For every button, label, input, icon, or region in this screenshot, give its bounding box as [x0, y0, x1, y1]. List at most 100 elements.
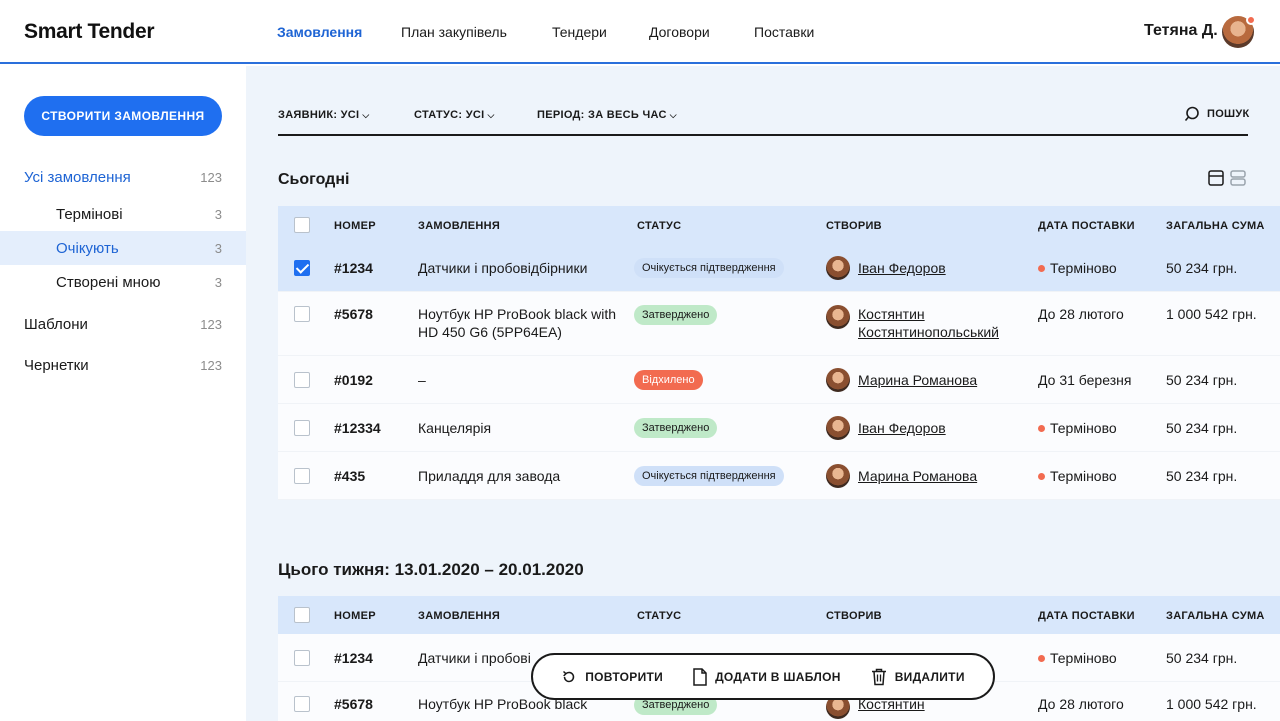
- order-name: Датчики і пробові: [418, 650, 531, 666]
- sidebar-item-label: Термінові: [56, 205, 123, 223]
- column-header[interactable]: ДАТА ПОСТАВКИ: [1038, 220, 1135, 232]
- search-button[interactable]: ПОШУК: [1184, 106, 1250, 122]
- column-header[interactable]: ЗАГАЛЬНА СУМА: [1166, 610, 1265, 622]
- delivery-date: Терміново: [1038, 419, 1117, 437]
- delivery-date: Терміново: [1038, 259, 1117, 277]
- total-sum: 1 000 542 грн.: [1166, 696, 1257, 712]
- order-number: #5678: [334, 696, 373, 712]
- column-header[interactable]: ДАТА ПОСТАВКИ: [1038, 610, 1135, 622]
- total-sum: 1 000 542 грн.: [1166, 306, 1257, 322]
- avatar: [826, 464, 850, 488]
- creator-link[interactable]: Марина Романова: [858, 467, 977, 485]
- nav-contracts[interactable]: Договори: [649, 24, 710, 40]
- delivery-date-text: Терміново: [1050, 420, 1117, 436]
- column-header[interactable]: НОМЕР: [334, 610, 376, 622]
- filter-status[interactable]: СТАТУС: УСІ ⌵: [414, 109, 495, 121]
- status-badge: Очікується підтвердження: [634, 466, 784, 486]
- nav-tenders[interactable]: Тендери: [552, 24, 607, 40]
- sidebar-item-created-by-me[interactable]: Створені мною 3: [0, 265, 246, 299]
- row-checkbox[interactable]: [294, 468, 310, 484]
- status-badge: Затверджено: [634, 418, 718, 438]
- search-label: ПОШУК: [1207, 108, 1250, 120]
- urgent-dot-icon: [1038, 472, 1045, 480]
- sidebar-item-all-orders[interactable]: Усі замовлення 123: [0, 160, 246, 194]
- urgent-dot-icon: [1038, 424, 1045, 432]
- nav-deliveries[interactable]: Поставки: [754, 24, 814, 40]
- table-header: НОМЕР ЗАМОВЛЕННЯ СТАТУС СТВОРИВ ДАТА ПОС…: [278, 596, 1280, 634]
- table-row[interactable]: #435 Приладдя для завода Очікується підт…: [278, 452, 1280, 500]
- section-title-this-week: Цього тижня: 13.01.2020 – 20.01.2020: [278, 560, 584, 579]
- column-header[interactable]: СТАТУС: [637, 610, 681, 622]
- filter-status-label: СТАТУС: УСІ: [414, 109, 485, 121]
- delivery-date: Терміново: [1038, 467, 1117, 485]
- delivery-date-text: Терміново: [1050, 260, 1117, 276]
- user-name[interactable]: Тетяна Д.: [1144, 22, 1218, 40]
- total-sum: 50 234 грн.: [1166, 372, 1238, 388]
- status-badge: Відхилено: [634, 370, 703, 390]
- nav-procurement-plan[interactable]: План закупівель: [401, 24, 507, 40]
- order-number: #12334: [334, 420, 381, 436]
- sidebar-item-count: 123: [200, 316, 222, 332]
- add-to-template-button[interactable]: ДОДАТИ В ШАБЛОН: [693, 667, 841, 686]
- column-header[interactable]: ЗАМОВЛЕННЯ: [418, 220, 500, 232]
- total-sum: 50 234 грн.: [1166, 260, 1238, 276]
- list-view-icon[interactable]: [1230, 170, 1246, 186]
- sidebar-item-templates[interactable]: Шаблони 123: [0, 307, 246, 341]
- row-checkbox[interactable]: [294, 650, 310, 666]
- bulk-action-bar: ПОВТОРИТИ ДОДАТИ В ШАБЛОН ВИДАЛИТИ: [531, 653, 995, 700]
- sidebar-item-count: 3: [214, 274, 222, 290]
- sidebar-item-urgent[interactable]: Термінові 3: [0, 197, 246, 231]
- sidebar-item-label: Очікують: [56, 239, 119, 257]
- section-title-today: Сьогодні: [278, 171, 350, 188]
- brand-logo[interactable]: Smart Tender: [24, 20, 155, 44]
- sidebar-item-drafts[interactable]: Чернетки 123: [0, 348, 246, 382]
- filter-period-label: ПЕРІОД: ЗА ВЕСЬ ЧАС: [537, 109, 667, 121]
- creator-link[interactable]: Костянтин Костянтинопольський: [858, 305, 1018, 341]
- top-header: Smart Tender Замовлення План закупівель …: [0, 0, 1280, 64]
- delete-label: ВИДАЛИТИ: [894, 669, 965, 684]
- repeat-button[interactable]: ПОВТОРИТИ: [561, 669, 663, 685]
- delivery-date: Терміново: [1038, 649, 1117, 667]
- create-order-button[interactable]: СТВОРИТИ ЗАМОВЛЕННЯ: [24, 96, 222, 136]
- order-number: #0192: [334, 372, 373, 388]
- row-checkbox[interactable]: [294, 420, 310, 436]
- column-header[interactable]: ЗАМОВЛЕННЯ: [418, 610, 500, 622]
- filter-period[interactable]: ПЕРІОД: ЗА ВЕСЬ ЧАС ⌵: [537, 109, 677, 121]
- row-checkbox[interactable]: [294, 306, 310, 322]
- column-header[interactable]: СТАТУС: [637, 220, 681, 232]
- creator-link[interactable]: Іван Федоров: [858, 419, 946, 437]
- sidebar-item-pending[interactable]: Очікують 3: [0, 231, 246, 265]
- select-all-checkbox[interactable]: [294, 607, 310, 623]
- delete-button[interactable]: ВИДАЛИТИ: [871, 668, 965, 686]
- notification-dot: [1246, 15, 1256, 25]
- column-header[interactable]: СТВОРИВ: [826, 220, 882, 232]
- card-view-icon[interactable]: [1208, 170, 1224, 186]
- table-row[interactable]: #12334 Канцелярія Затверджено Іван Федор…: [278, 404, 1280, 452]
- creator-link[interactable]: Іван Федоров: [858, 259, 946, 277]
- filter-applicant-label: ЗАЯВНИК: УСІ: [278, 109, 360, 121]
- status-badge: Очікується підтвердження: [634, 258, 784, 278]
- order-name: –: [418, 372, 426, 388]
- sidebar-item-count: 123: [200, 357, 222, 373]
- search-icon: [1184, 106, 1199, 122]
- table-row[interactable]: #1234 Датчики і пробовідбірники Очікуєть…: [278, 244, 1280, 292]
- row-checkbox[interactable]: [294, 260, 310, 276]
- filter-applicant[interactable]: ЗАЯВНИК: УСІ ⌵: [278, 109, 370, 121]
- repeat-label: ПОВТОРИТИ: [585, 669, 664, 684]
- column-header[interactable]: НОМЕР: [334, 220, 376, 232]
- row-checkbox[interactable]: [294, 372, 310, 388]
- row-checkbox[interactable]: [294, 696, 310, 712]
- select-all-checkbox[interactable]: [294, 217, 310, 233]
- urgent-dot-icon: [1038, 264, 1045, 272]
- table-row[interactable]: #5678 Ноутбук HP ProBook black with HD 4…: [278, 292, 1280, 356]
- chevron-down-icon: ⌵: [669, 110, 677, 120]
- order-number: #1234: [334, 260, 373, 276]
- view-switcher: [1208, 170, 1246, 186]
- delivery-date-text: Терміново: [1050, 468, 1117, 484]
- nav-orders[interactable]: Замовлення: [277, 24, 362, 40]
- order-name: Приладдя для завода: [418, 468, 561, 484]
- column-header[interactable]: СТВОРИВ: [826, 610, 882, 622]
- column-header[interactable]: ЗАГАЛЬНА СУМА: [1166, 220, 1265, 232]
- creator-link[interactable]: Марина Романова: [858, 371, 977, 389]
- table-row[interactable]: #0192 – Відхилено Марина Романова До 31 …: [278, 356, 1280, 404]
